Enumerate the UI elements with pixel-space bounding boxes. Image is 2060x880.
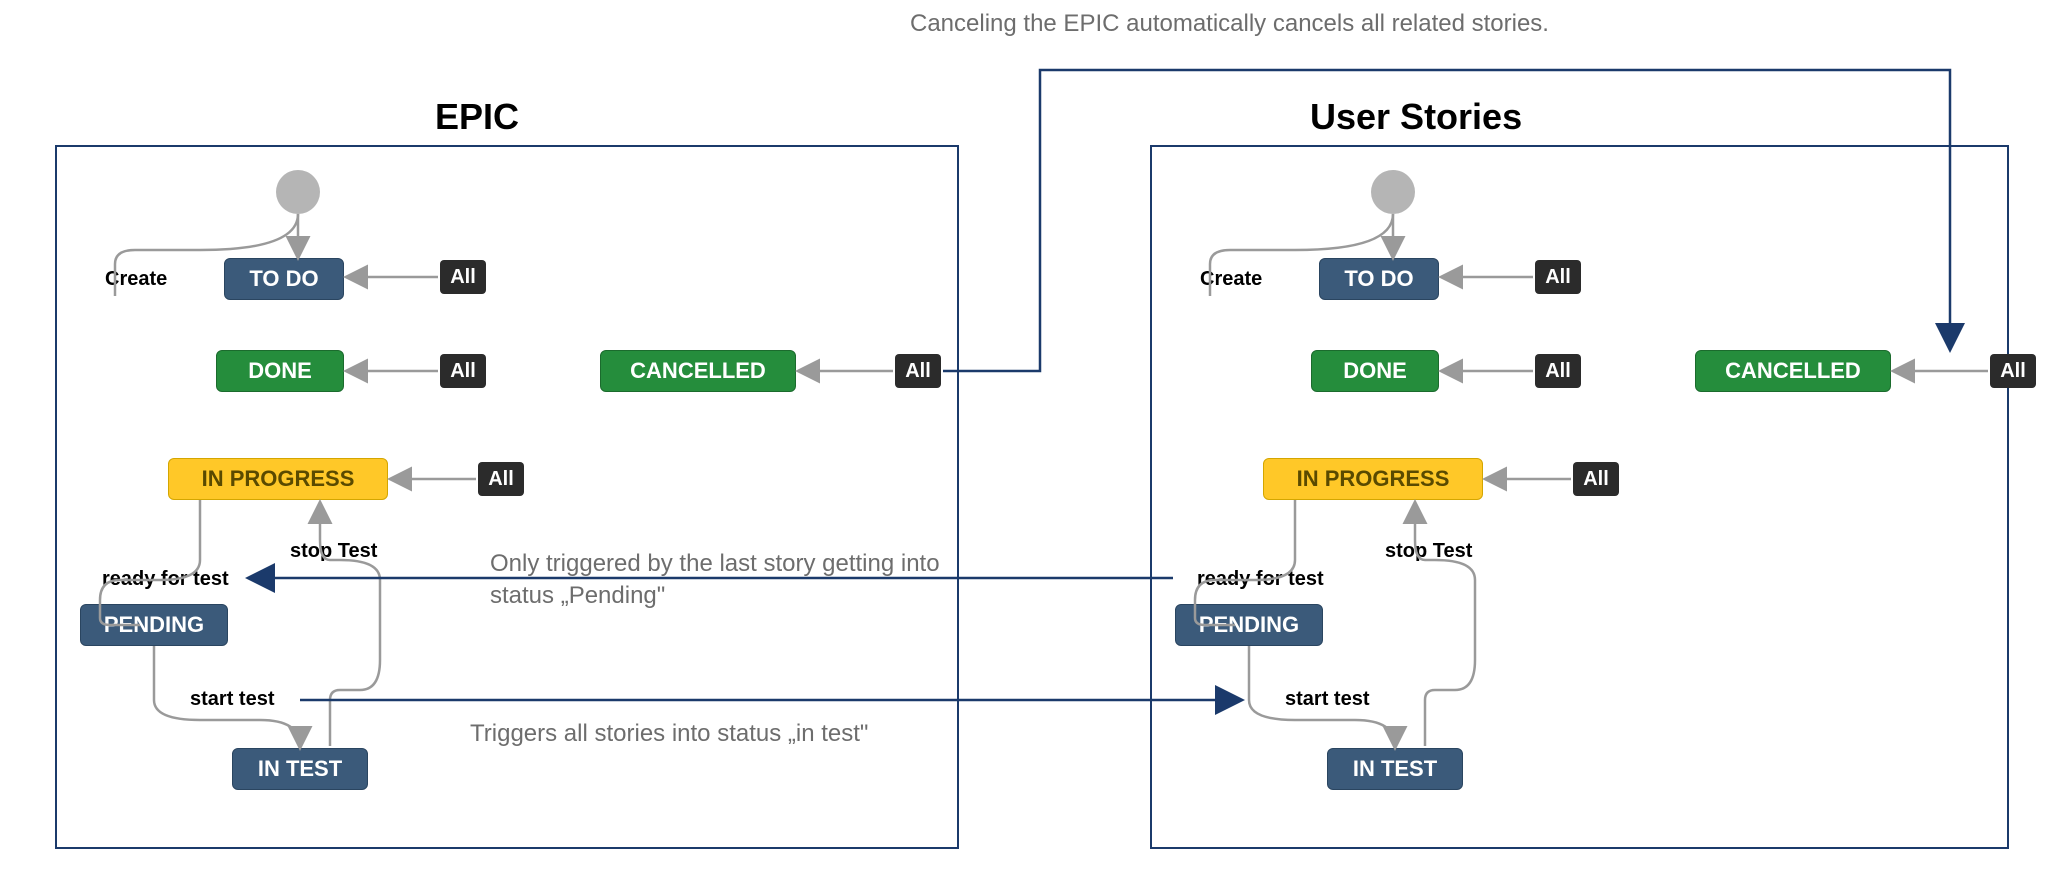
annotation-intest: Triggers all stories into status „in tes… [470, 718, 950, 750]
create-label-stories: Create [1200, 268, 1262, 291]
state-cancelled-stories: CANCELLED [1695, 350, 1891, 392]
stop-label-epic: stop Test [290, 540, 377, 563]
annotation-pending: Only triggered by the last story getting… [490, 548, 950, 613]
all-chip-cancel-epic: All [895, 354, 941, 388]
state-todo-epic: TO DO [224, 258, 344, 300]
all-chip-todo-epic: All [440, 260, 486, 294]
panel-title-epic: EPIC [435, 96, 519, 138]
stop-label-stories: stop Test [1385, 540, 1472, 563]
create-label-epic: Create [105, 268, 167, 291]
start-node-stories [1371, 170, 1415, 214]
all-chip-cancel-stories: All [1990, 354, 2036, 388]
start-label-epic: start test [190, 688, 274, 711]
state-intest-stories: IN TEST [1327, 748, 1463, 790]
state-todo-stories: TO DO [1319, 258, 1439, 300]
state-done-epic: DONE [216, 350, 344, 392]
state-inprogress-stories: IN PROGRESS [1263, 458, 1483, 500]
all-chip-todo-stories: All [1535, 260, 1581, 294]
all-chip-done-epic: All [440, 354, 486, 388]
all-chip-done-stories: All [1535, 354, 1581, 388]
annotation-cancel: Canceling the EPIC automatically cancels… [910, 8, 1760, 40]
start-label-stories: start test [1285, 688, 1369, 711]
ready-label-epic: ready for test [102, 568, 229, 591]
all-chip-progress-stories: All [1573, 462, 1619, 496]
state-pending-stories: PENDING [1175, 604, 1323, 646]
state-pending-epic: PENDING [80, 604, 228, 646]
panel-title-stories: User Stories [1310, 96, 1522, 138]
state-inprogress-epic: IN PROGRESS [168, 458, 388, 500]
state-cancelled-epic: CANCELLED [600, 350, 796, 392]
ready-label-stories: ready for test [1197, 568, 1324, 591]
start-node-epic [276, 170, 320, 214]
state-intest-epic: IN TEST [232, 748, 368, 790]
all-chip-progress-epic: All [478, 462, 524, 496]
state-done-stories: DONE [1311, 350, 1439, 392]
